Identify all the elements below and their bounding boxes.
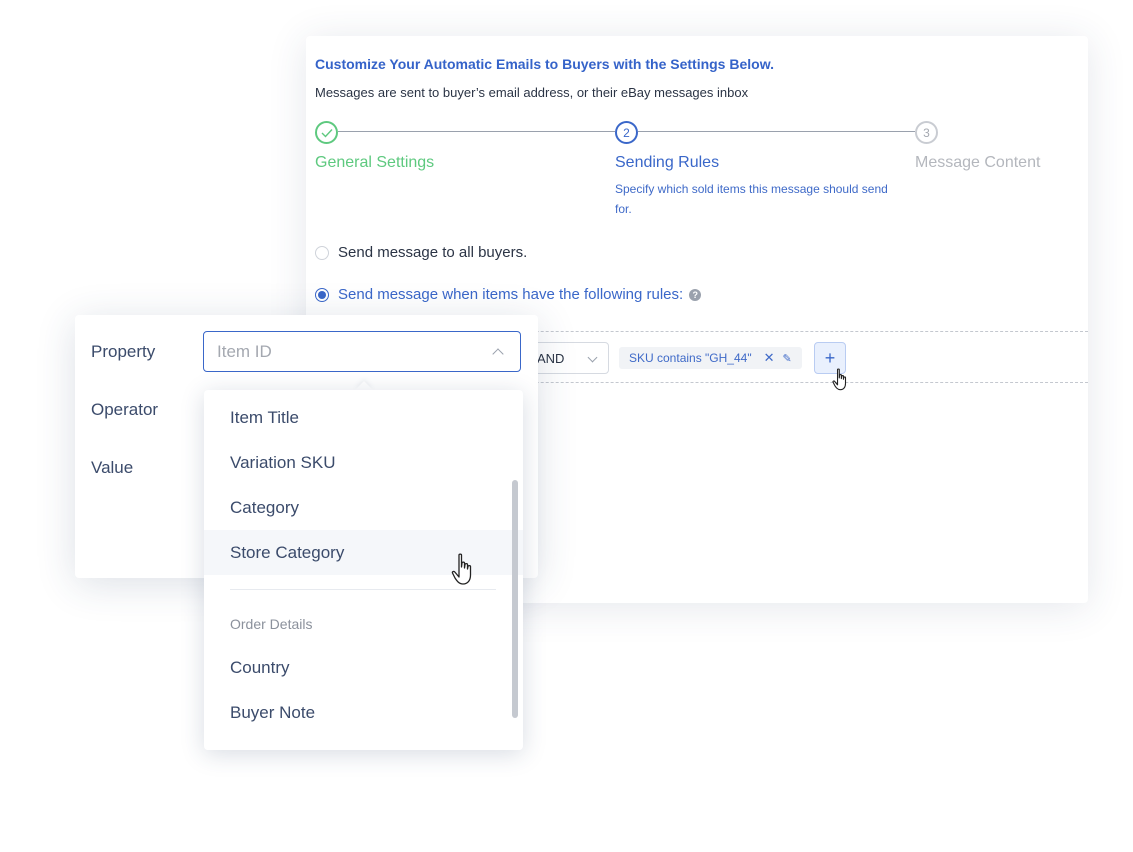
radio-button-selected[interactable]: [315, 287, 329, 302]
chevron-up-icon: [492, 348, 504, 360]
radio-label: Send message when items have the followi…: [338, 286, 684, 303]
pencil-icon[interactable]: ✎: [782, 352, 791, 365]
rule-chip[interactable]: SKU contains "GH_44" ✕ ✎: [619, 347, 802, 369]
step-connector: [638, 131, 915, 132]
help-icon[interactable]: ?: [689, 288, 702, 301]
send-all-buyers-option[interactable]: Send message to all buyers.: [315, 244, 527, 261]
dropdown-fade: [204, 738, 523, 750]
check-icon: [315, 121, 338, 144]
dropdown-item-country[interactable]: Country: [204, 645, 523, 690]
dropdown-item-variation-sku[interactable]: Variation SKU: [204, 440, 523, 485]
step-number: 3: [915, 121, 938, 144]
remove-icon[interactable]: ✕: [764, 350, 775, 366]
rule-chip-text: SKU contains "GH_44": [629, 351, 752, 365]
dropdown-scrollbar[interactable]: [512, 480, 518, 718]
dropdown-divider: [230, 589, 496, 590]
stepper: General Settings 2 Sending Rules Specify…: [315, 121, 1075, 221]
hand-cursor-icon: [451, 553, 472, 585]
dropdown-item-category[interactable]: Category: [204, 485, 523, 530]
conjunction-value: AND: [537, 350, 565, 366]
plus-icon: +: [824, 347, 836, 368]
step-label: General Settings: [315, 154, 435, 171]
property-label: Property: [91, 342, 156, 361]
page-title: Customize Your Automatic Emails to Buyer…: [315, 56, 774, 72]
value-label: Value: [91, 458, 134, 477]
step-number: 2: [615, 121, 638, 144]
chevron-down-icon: [587, 352, 598, 363]
conjunction-select[interactable]: AND: [526, 342, 609, 374]
step-label: Sending Rules: [615, 154, 720, 171]
step-connector: [338, 131, 615, 132]
dropdown-caret: [355, 381, 373, 390]
send-with-rules-option[interactable]: Send message when items have the followi…: [315, 286, 702, 303]
step-description: Specify which sold items this message sh…: [615, 182, 888, 216]
step-message-content[interactable]: 3 Message Content: [915, 121, 1040, 171]
radio-button[interactable]: [315, 245, 329, 260]
dropdown-group-label: Order Details: [230, 616, 313, 632]
step-sending-rules[interactable]: 2 Sending Rules Specify which sold items…: [615, 121, 888, 216]
property-placeholder: Item ID: [217, 341, 272, 361]
property-select[interactable]: Item ID: [203, 331, 521, 372]
operator-label: Operator: [91, 400, 159, 419]
radio-label: Send message to all buyers.: [338, 244, 528, 261]
dropdown-item-buyer-note[interactable]: Buyer Note: [204, 690, 523, 735]
page-subtitle: Messages are sent to buyer’s email addre…: [315, 85, 749, 100]
step-label: Message Content: [915, 154, 1041, 171]
hand-cursor-icon: [832, 368, 847, 391]
step-general-settings[interactable]: General Settings: [315, 121, 434, 171]
dropdown-item-item-title[interactable]: Item Title: [204, 395, 523, 440]
